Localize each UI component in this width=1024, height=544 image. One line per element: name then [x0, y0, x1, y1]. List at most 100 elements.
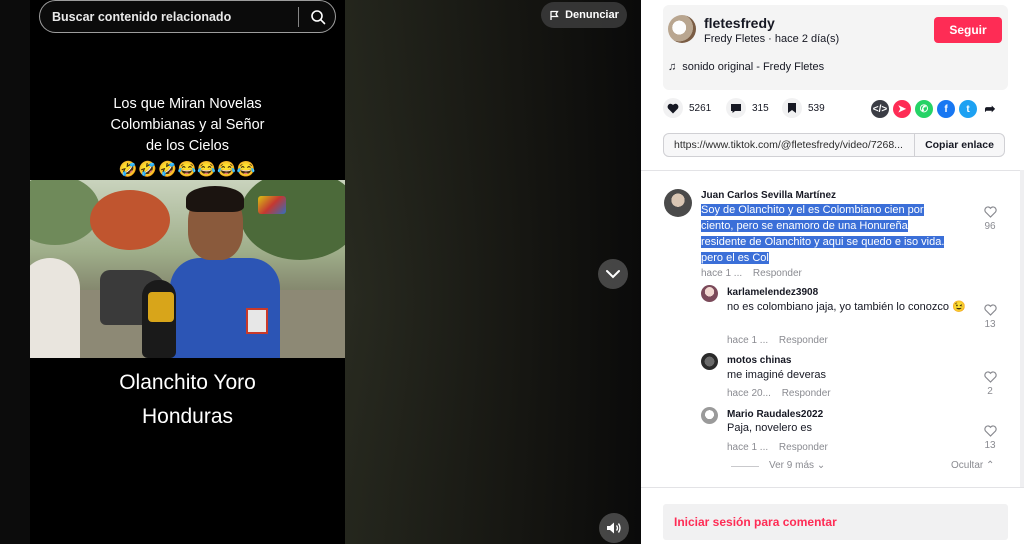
avatar[interactable] [664, 189, 692, 217]
embed-icon[interactable]: </> [871, 100, 889, 118]
comment-text: Paja, novelero es [727, 422, 812, 434]
comment-login-bar: Iniciar sesión para comentar [641, 487, 1024, 544]
comment-like-count: 2 [987, 386, 993, 397]
blur-background-right [345, 0, 641, 544]
like-button[interactable]: 5261 [663, 98, 711, 118]
tiktok-video-page: Los que Miran Novelas Colombianas y al S… [0, 0, 1024, 544]
share-link-field: https://www.tiktok.com/@fletesfredy/vide… [663, 133, 1005, 157]
comment-meta: hace 1 ... Responder [727, 335, 828, 346]
scrollbar[interactable] [1020, 170, 1024, 488]
comment-count: 315 [752, 102, 769, 114]
comment-text: no es colombiano jaja, yo también lo con… [727, 301, 966, 313]
avatar[interactable] [668, 15, 696, 43]
caption-line: Los que Miran Novelas [113, 96, 262, 112]
action-bar: 5261 315 539 </> ➤ ✆ f t ➦ [663, 98, 1008, 122]
facebook-icon[interactable]: f [937, 100, 955, 118]
video-caption-overlay: Los que Miran Novelas Colombianas y al S… [30, 94, 345, 157]
flag-icon [550, 10, 559, 20]
comment-like-button[interactable]: 13 [980, 304, 1000, 330]
copy-link-button[interactable]: Copiar enlace [914, 134, 1004, 156]
avatar[interactable] [701, 407, 718, 424]
thread-controls: Ver 9 más ⌄ Ocultar ⌃ [731, 460, 1001, 474]
comment-time: hace 1 ... [727, 442, 769, 453]
comment-meta: hace 20... Responder [727, 388, 831, 399]
comment-time: hace 20... [727, 388, 771, 399]
search-icon [311, 10, 326, 25]
comment-meta: hace 1 ... Responder [701, 268, 802, 279]
comment-like-count: 13 [984, 440, 996, 451]
report-button[interactable]: Denunciar [541, 2, 627, 28]
view-more-replies-button[interactable]: Ver 9 más ⌄ [769, 460, 825, 471]
whatsapp-icon[interactable]: ✆ [915, 100, 933, 118]
twitter-icon[interactable]: t [959, 100, 977, 118]
comment-author[interactable]: Juan Carlos Sevilla Martínez [701, 190, 836, 201]
speaker-icon [607, 522, 621, 534]
comment-text: Soy de Olanchito y el es Colombiano cien… [701, 202, 971, 266]
avatar[interactable] [701, 353, 718, 370]
comment-text-line: residente de Olanchito y aqui se quedo e… [701, 236, 945, 248]
heart-outline-icon [983, 425, 997, 437]
login-to-comment-button[interactable]: Iniciar sesión para comentar [663, 504, 1008, 540]
next-video-button[interactable] [598, 259, 628, 289]
comment-like-button[interactable]: 2 [980, 371, 1000, 397]
bookmark-icon [782, 98, 802, 118]
channel-logo-mark [258, 196, 286, 214]
blur-background-left [0, 0, 30, 544]
report-label: Denunciar [565, 9, 619, 21]
follow-button[interactable]: Seguir [934, 17, 1002, 43]
comment-like-count: 13 [984, 319, 996, 330]
comment-like-button[interactable]: 96 [980, 206, 1000, 232]
comment-list[interactable]: Juan Carlos Sevilla Martínez Soy de Olan… [641, 170, 1024, 485]
reply-button[interactable]: Responder [782, 388, 831, 399]
like-count: 5261 [689, 102, 712, 114]
comment-author[interactable]: karlamelendez3908 [727, 287, 818, 298]
comment-icon [726, 98, 746, 118]
details-panel: fletesfredy Fredy Fletes · hace 2 día(s)… [641, 0, 1024, 544]
chevron-down-icon [606, 270, 620, 279]
share-arrow-icon[interactable]: ➦ [981, 100, 999, 118]
comment-button[interactable]: 315 [726, 98, 769, 118]
comment-text-line: ciento, pero se enamoro de una Honureña [701, 220, 908, 232]
save-count: 539 [808, 102, 825, 114]
video-player[interactable]: Los que Miran Novelas Colombianas y al S… [0, 0, 641, 544]
comment-like-count: 96 [984, 221, 996, 232]
flag-badge [246, 308, 268, 334]
comment-text-line: pero el es Col [701, 252, 769, 264]
comment-author[interactable]: motos chinas [727, 355, 791, 366]
heart-icon [663, 98, 683, 118]
search-bar [39, 0, 336, 33]
caption-emojis: 🤣🤣🤣😂😂😂😂 [118, 161, 257, 178]
author-username[interactable]: fletesfredy [704, 15, 775, 31]
search-input[interactable] [52, 1, 292, 32]
reply-button[interactable]: Responder [753, 268, 802, 279]
comment-author[interactable]: Mario Raudales2022 [727, 409, 823, 420]
interviewer [30, 258, 80, 358]
volume-button[interactable] [599, 513, 629, 543]
sound-label: sonido original - Fredy Fletes [682, 61, 825, 73]
chevron-up-icon: ⌃ [986, 460, 995, 471]
comment-time: hace 1 ... [727, 335, 769, 346]
comment-text: me imaginé deveras [727, 369, 827, 381]
search-button[interactable] [306, 6, 330, 28]
share-url[interactable]: https://www.tiktok.com/@fletesfredy/vide… [674, 139, 914, 151]
video-scene-image [30, 180, 345, 358]
save-button[interactable]: 539 [782, 98, 825, 118]
reply-button[interactable]: Responder [779, 442, 828, 453]
comment-meta: hace 1 ... Responder [727, 442, 828, 453]
heart-outline-icon [983, 371, 997, 383]
caption-line: Colombianas y al Señor [110, 117, 265, 133]
hide-replies-button[interactable]: Ocultar ⌃ [951, 460, 994, 471]
heart-outline-icon [983, 206, 997, 218]
video-location-line: Honduras [141, 405, 234, 428]
comment-like-button[interactable]: 13 [980, 425, 1000, 451]
avatar[interactable] [701, 285, 718, 302]
sound-link[interactable]: ♫ sonido original - Fredy Fletes [668, 61, 824, 73]
thread-divider [731, 466, 759, 467]
comment-text-line: Soy de Olanchito y el es Colombiano cien… [701, 204, 924, 216]
chevron-down-icon: ⌄ [816, 460, 826, 471]
send-icon[interactable]: ➤ [893, 100, 911, 118]
share-buttons: </> ➤ ✆ f t ➦ [871, 100, 999, 118]
video-location-line: Olanchito Yoro [119, 371, 256, 394]
reply-button[interactable]: Responder [779, 335, 828, 346]
music-note-icon: ♫ [668, 61, 677, 73]
